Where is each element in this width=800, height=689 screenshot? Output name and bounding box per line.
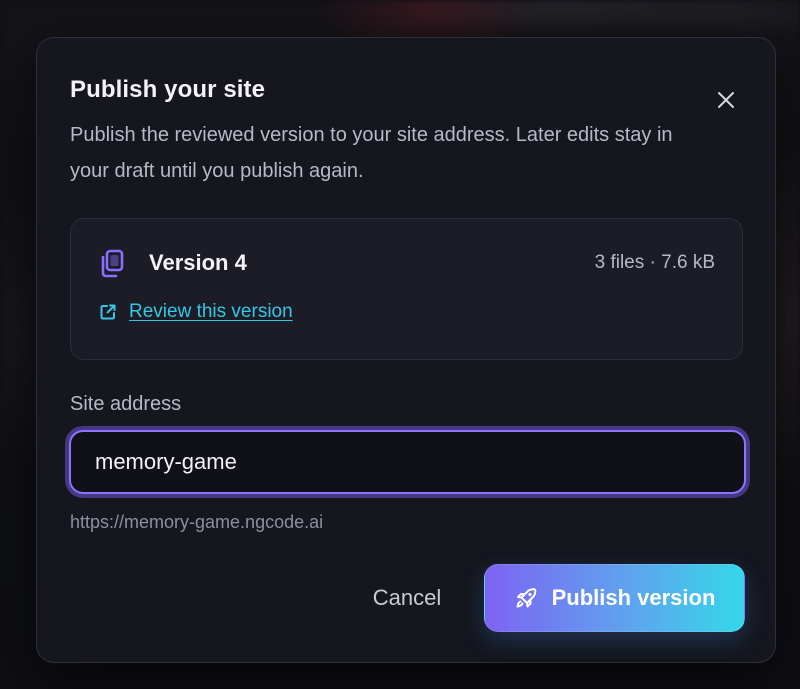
publish-version-label: Publish version [551,585,716,610]
dialog-description: Publish the reviewed version to your sit… [70,124,673,182]
review-version-link[interactable]: Review this version [98,301,293,323]
copy-icon [101,249,124,278]
site-address-input[interactable] [69,430,746,494]
external-link-icon [100,304,116,320]
cancel-button[interactable]: Cancel [353,572,461,624]
publish-dialog: Publish your site Publish the reviewed v… [36,37,776,663]
site-url-preview: https://memory-game.ngcode.ai [70,512,324,532]
close-button[interactable] [714,88,738,112]
version-card: Version 4 3 files · 7.6 kB Review this v… [70,218,743,360]
version-name: Version 4 [149,250,247,275]
review-version-link-label: Review this version [129,301,293,322]
version-file-summary: 3 files · 7.6 kB [594,252,715,273]
rocket-icon [514,586,538,610]
dialog-title: Publish your site [70,76,266,103]
site-address-label: Site address [70,393,182,415]
publish-version-button[interactable]: Publish version [484,564,745,632]
close-icon [718,92,734,108]
